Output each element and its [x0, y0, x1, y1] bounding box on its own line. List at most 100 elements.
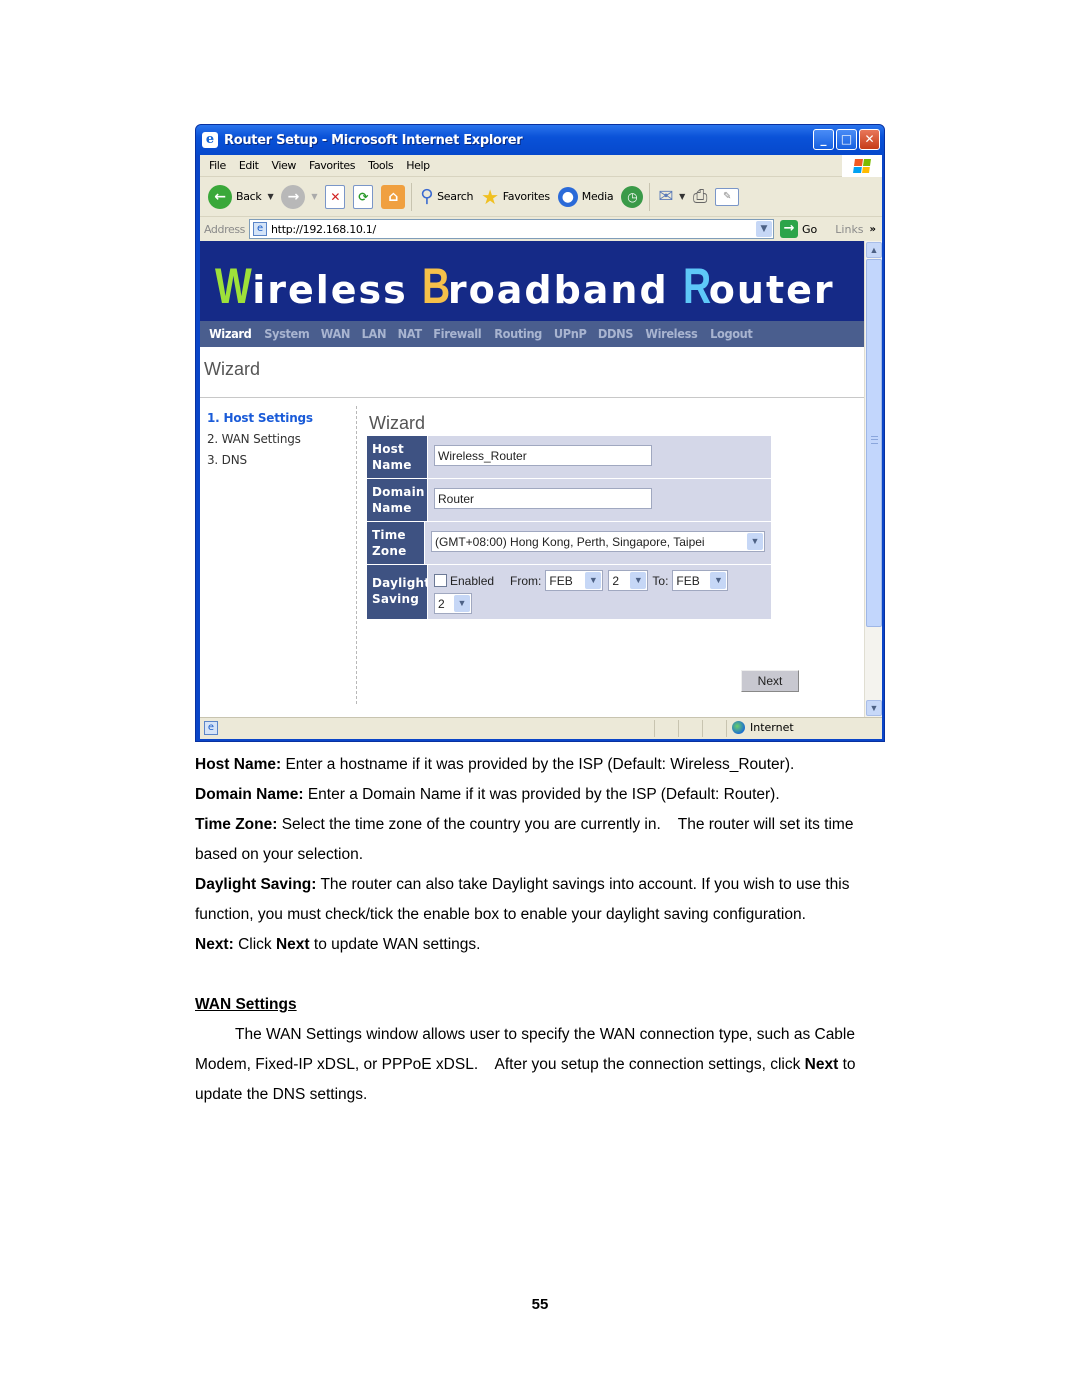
zone-label: Internet: [750, 721, 794, 734]
mail-dropdown-icon[interactable]: ▼: [679, 192, 685, 201]
chevron-down-icon: ▼: [585, 572, 602, 589]
media-globe-icon: ●: [557, 186, 578, 207]
vertical-scrollbar[interactable]: ▲ ▼: [864, 241, 882, 717]
nav-upnp[interactable]: UPnP: [554, 327, 587, 341]
toolbar: ← Back ▼ → ▼ ✕ ⟳ ⌂ ⚲ Search ★ Favorites …: [200, 177, 882, 217]
home-button[interactable]: ⌂: [381, 184, 406, 209]
forward-dropdown-icon[interactable]: ▼: [311, 192, 317, 201]
host-name-label: Host Name: [367, 436, 427, 478]
links-button[interactable]: Links: [835, 223, 863, 236]
next-button[interactable]: Next: [741, 670, 799, 692]
stop-button[interactable]: ✕: [325, 184, 346, 209]
time-zone-select[interactable]: (GMT+08:00) Hong Kong, Perth, Singapore,…: [431, 531, 765, 552]
refresh-button[interactable]: ⟳: [353, 184, 374, 209]
from-label: From:: [510, 573, 542, 588]
ie-logo-icon: e: [202, 132, 218, 148]
host-name-row: Host Name: [367, 436, 771, 478]
address-dropdown-icon[interactable]: ▼: [756, 221, 773, 237]
nav-ddns[interactable]: DDNS: [598, 327, 634, 341]
menu-bar: File Edit View Favorites Tools Help: [200, 155, 882, 177]
from-month-select[interactable]: FEB ▼: [545, 570, 604, 591]
menu-view[interactable]: View: [272, 159, 297, 172]
mail-button[interactable]: ✉ ▼: [658, 186, 685, 207]
chevron-down-icon: ▼: [454, 595, 470, 612]
chevron-right-icon[interactable]: »: [870, 224, 876, 235]
brand-r: R: [682, 258, 711, 314]
to-label: To:: [652, 573, 669, 588]
nav-wizard[interactable]: Wizard: [209, 327, 252, 341]
chevron-down-icon: ▼: [710, 572, 727, 589]
back-button[interactable]: ← Back ▼: [208, 184, 274, 209]
window-title: Router Setup - Microsoft Internet Explor…: [224, 132, 523, 148]
menu-edit[interactable]: Edit: [239, 159, 259, 172]
nav-wireless[interactable]: Wireless: [646, 327, 698, 341]
title-bar: e Router Setup - Microsoft Internet Expl…: [196, 125, 884, 155]
menu-file[interactable]: File: [209, 159, 226, 172]
daylight-enabled-checkbox[interactable]: [434, 574, 447, 587]
toolbar-separator: [649, 182, 651, 211]
maximize-button[interactable]: □: [836, 129, 857, 150]
brand-w: W: [215, 258, 252, 314]
nav-lan[interactable]: LAN: [362, 327, 387, 341]
go-button[interactable]: → Go: [780, 220, 817, 238]
url-text: http://192.168.10.1/: [271, 222, 376, 236]
status-bar: e Internet: [200, 717, 882, 739]
menu-help[interactable]: Help: [406, 159, 430, 172]
close-button[interactable]: ✕: [859, 129, 880, 150]
globe-icon: [732, 721, 745, 734]
to-day-select[interactable]: 2 ▼: [434, 593, 472, 614]
forward-button[interactable]: → ▼: [281, 184, 318, 209]
search-button[interactable]: ⚲ Search: [420, 186, 473, 207]
brand-word-1: ireless: [252, 268, 408, 312]
favorites-button[interactable]: ★ Favorites: [481, 185, 550, 209]
media-button[interactable]: ● Media: [557, 186, 614, 207]
brand-word-2: roadband: [447, 268, 669, 312]
print-button[interactable]: ⎙: [693, 186, 707, 207]
steps-divider: [356, 406, 357, 704]
window-controls: _ □ ✕: [813, 129, 880, 150]
nav-routing[interactable]: Routing: [494, 327, 542, 341]
nav-system[interactable]: System: [264, 327, 310, 341]
wizard-steps: 1. Host Settings 2. WAN Settings 3. DNS: [207, 411, 313, 474]
to-day-value: 2: [438, 596, 445, 611]
search-label: Search: [437, 190, 474, 203]
to-month-select[interactable]: FEB ▼: [672, 570, 729, 591]
nav-wan[interactable]: WAN: [321, 327, 351, 341]
history-button[interactable]: ◷: [621, 185, 644, 208]
search-icon: ⚲: [420, 186, 434, 207]
print-icon: ⎙: [692, 186, 708, 207]
form-title: Wizard: [369, 413, 426, 433]
step-dns[interactable]: 3. DNS: [207, 453, 313, 474]
brand-logo: Wireless Broadband Router: [215, 257, 835, 315]
star-icon: ★: [481, 184, 499, 209]
from-day-value: 2: [612, 573, 620, 588]
edit-button[interactable]: ✎: [715, 187, 740, 206]
router-banner: Wireless Broadband Router: [200, 241, 864, 321]
host-name-input[interactable]: [434, 445, 652, 466]
back-dropdown-icon[interactable]: ▼: [268, 192, 274, 201]
step-host-settings[interactable]: 1. Host Settings: [207, 411, 313, 432]
step-wan-settings[interactable]: 2. WAN Settings: [207, 432, 313, 453]
address-bar: Address e http://192.168.10.1/ ▼ → Go Li…: [200, 217, 882, 241]
enabled-label: Enabled: [450, 573, 495, 588]
stop-icon: ✕: [325, 184, 346, 209]
menu-favorites[interactable]: Favorites: [309, 159, 355, 172]
address-input[interactable]: e http://192.168.10.1/ ▼: [249, 219, 775, 239]
page-viewport: Wireless Broadband Router Wizard System WA…: [200, 241, 882, 717]
toolbar-separator: [411, 182, 413, 211]
page-title: Wizard: [204, 359, 261, 379]
domain-name-row: Domain Name: [367, 479, 771, 521]
media-label: Media: [581, 190, 614, 203]
history-icon: ◷: [621, 185, 644, 208]
scroll-thumb[interactable]: [866, 259, 882, 627]
scroll-down-icon[interactable]: ▼: [866, 700, 882, 716]
nav-nat[interactable]: NAT: [397, 327, 422, 341]
daylight-saving-paragraph: Daylight Saving: The router can also tak…: [195, 876, 850, 923]
nav-logout[interactable]: Logout: [710, 327, 753, 341]
minimize-button[interactable]: _: [813, 129, 834, 150]
from-day-select[interactable]: 2 ▼: [608, 570, 649, 591]
menu-tools[interactable]: Tools: [368, 159, 394, 172]
domain-name-input[interactable]: [434, 488, 652, 509]
nav-firewall[interactable]: Firewall: [433, 327, 481, 341]
scroll-up-icon[interactable]: ▲: [866, 242, 882, 258]
